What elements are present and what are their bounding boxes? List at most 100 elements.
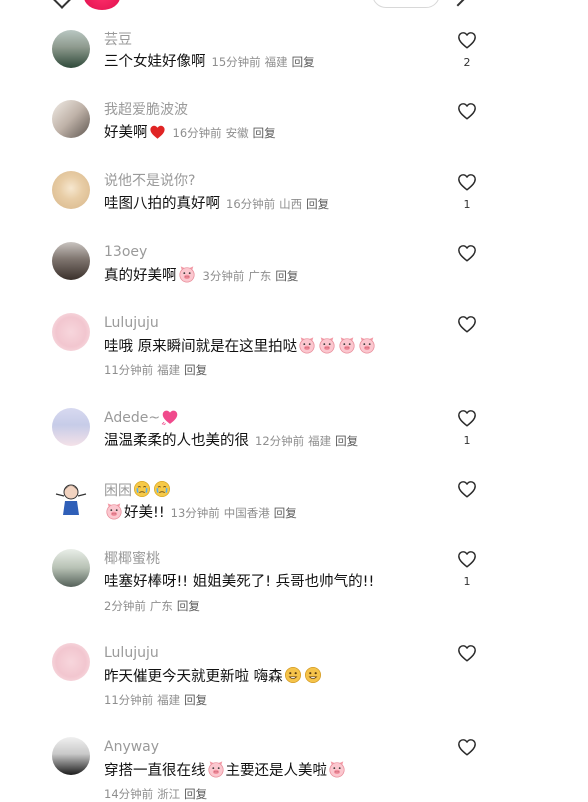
more-icon[interactable] <box>449 0 467 7</box>
like-icon[interactable] <box>457 31 477 49</box>
reply-button[interactable]: 回复 <box>184 693 207 707</box>
reply-button[interactable]: 回复 <box>274 506 297 520</box>
reply-button[interactable]: 回复 <box>306 197 329 211</box>
like-icon[interactable] <box>457 102 477 120</box>
comment-author[interactable]: Lulujuju <box>104 314 159 332</box>
like-icon[interactable] <box>457 738 477 756</box>
reply-button[interactable]: 回复 <box>184 363 207 377</box>
comment-location: 广东 <box>248 269 272 283</box>
comment-time: 13分钟前 <box>170 506 220 520</box>
author-name[interactable]: 困困 <box>104 483 132 499</box>
like-count: 1 <box>463 198 471 211</box>
comment-text: 三个女娃好像啊 <box>104 54 206 70</box>
comment-meta: 16分钟前 山西 回复 <box>226 197 333 211</box>
reply-button[interactable]: 回复 <box>177 599 200 613</box>
cartoon-girl-icon <box>55 484 87 515</box>
comment-location: 福建 <box>157 693 181 707</box>
comment-author[interactable]: 芸豆 <box>104 31 132 49</box>
reply-button[interactable]: 回复 <box>292 55 315 69</box>
avatar[interactable] <box>52 549 90 587</box>
comment-text: 哇塞好棒呀!! 姐姐美死了! 兵哥也帅气的!! <box>104 574 375 590</box>
comment-location: 广东 <box>149 599 173 613</box>
avatar[interactable] <box>52 737 90 775</box>
reply-button[interactable]: 回复 <box>253 126 276 140</box>
comment-location: 安徽 <box>225 126 249 140</box>
like-icon[interactable] <box>457 315 477 333</box>
avatar[interactable] <box>52 100 90 138</box>
comment-location: 福建 <box>157 363 181 377</box>
author-avatar[interactable] <box>84 0 120 10</box>
comment-meta: 15分钟前 福建 回复 <box>212 55 319 69</box>
comment-author[interactable]: 我超爱脆波波 <box>104 101 188 119</box>
avatar[interactable] <box>52 242 90 280</box>
pig-emoji-icon <box>358 336 376 354</box>
red-heart-emoji-icon <box>149 125 165 139</box>
comment-body: 三个女娃好像啊 15分钟前 福建 回复 <box>104 52 319 72</box>
comment-text: 哇图八拍的真好啊 <box>104 196 220 212</box>
comment-location: 山西 <box>279 197 303 211</box>
follow-button[interactable] <box>372 0 440 8</box>
avatar[interactable] <box>52 408 90 446</box>
like-icon[interactable] <box>457 244 477 262</box>
grinning-face-emoji-icon <box>284 666 302 684</box>
comment-time: 11分钟前 <box>104 363 154 377</box>
comment-time: 16分钟前 <box>172 126 222 140</box>
comment-body: 穿搭一直很在线 主要还是人美啦 <box>104 760 347 781</box>
reply-button[interactable]: 回复 <box>335 434 358 448</box>
like-icon[interactable] <box>457 409 477 427</box>
pig-emoji-icon <box>328 760 346 778</box>
back-arrow-icon[interactable] <box>52 0 72 9</box>
author-name[interactable]: Adede~ <box>104 410 160 426</box>
reply-button[interactable]: 回复 <box>184 787 207 801</box>
comment-meta: 13分钟前 中国香港 回复 <box>171 506 301 520</box>
comment-location: 福建 <box>308 434 332 448</box>
like-icon[interactable] <box>457 173 477 191</box>
avatar[interactable] <box>52 313 90 351</box>
comment-body: 昨天催更今天就更新啦 嗨森 <box>104 666 323 687</box>
comment-author[interactable]: Lulujuju <box>104 644 159 662</box>
comment-body: 温温柔柔的人也美的很 12分钟前 福建 回复 <box>104 431 362 451</box>
avatar[interactable] <box>52 30 90 68</box>
crying-face-emoji-icon <box>133 480 151 498</box>
crying-face-emoji-icon <box>153 480 171 498</box>
comment-author[interactable]: 椰椰蜜桃 <box>104 550 160 568</box>
comment-text: 好美啊 <box>104 125 148 141</box>
comment-time: 16分钟前 <box>226 197 276 211</box>
comment-author[interactable]: 13oey <box>104 243 147 261</box>
comment-text: 哇哦 原来瞬间就是在这里拍哒 <box>104 339 298 355</box>
comment-body: 真的好美啊 3分钟前 广东 回复 <box>104 265 302 286</box>
like-icon[interactable] <box>457 480 477 498</box>
comment-text-continued: 主要还是人美啦 <box>225 763 328 779</box>
reply-button[interactable]: 回复 <box>275 269 298 283</box>
pig-emoji-icon <box>105 502 123 520</box>
comment-time: 2分钟前 <box>104 599 146 613</box>
like-count: 2 <box>463 56 471 69</box>
avatar[interactable] <box>52 643 90 681</box>
comment-body: 哇图八拍的真好啊 16分钟前 山西 回复 <box>104 194 333 214</box>
comment-text: 好美!! <box>124 505 165 521</box>
comment-author[interactable]: 说他不是说你? <box>104 172 195 190</box>
comment-location: 福建 <box>264 55 288 69</box>
comment-text: 昨天催更今天就更新啦 嗨森 <box>104 669 283 685</box>
comment-meta: 14分钟前 浙江 回复 <box>104 786 211 802</box>
comment-location: 中国香港 <box>223 506 270 520</box>
sparkling-heart-emoji-icon <box>161 410 178 425</box>
avatar[interactable] <box>52 479 90 517</box>
comment-body: 好美!! 13分钟前 中国香港 回复 <box>104 502 301 523</box>
comment-meta: 11分钟前 福建 回复 <box>104 692 211 708</box>
comment-time: 11分钟前 <box>104 693 154 707</box>
comment-author[interactable]: Adede~ <box>104 409 180 427</box>
comment-author[interactable]: Anyway <box>104 738 159 756</box>
comment-time: 12分钟前 <box>255 434 305 448</box>
avatar[interactable] <box>52 171 90 209</box>
comment-text: 真的好美啊 <box>104 268 177 284</box>
comment-body: 哇哦 原来瞬间就是在这里拍哒 <box>104 336 377 357</box>
like-icon[interactable] <box>457 550 477 568</box>
comment-author[interactable]: 困困 <box>104 480 172 500</box>
like-icon[interactable] <box>457 644 477 662</box>
comment-meta: 3分钟前 广东 回复 <box>203 269 303 283</box>
comment-meta: 16分钟前 安徽 回复 <box>173 126 280 140</box>
comment-time: 3分钟前 <box>202 269 245 283</box>
comment-meta: 12分钟前 福建 回复 <box>255 434 362 448</box>
comment-body: 哇塞好棒呀!! 姐姐美死了! 兵哥也帅气的!! <box>104 572 374 592</box>
